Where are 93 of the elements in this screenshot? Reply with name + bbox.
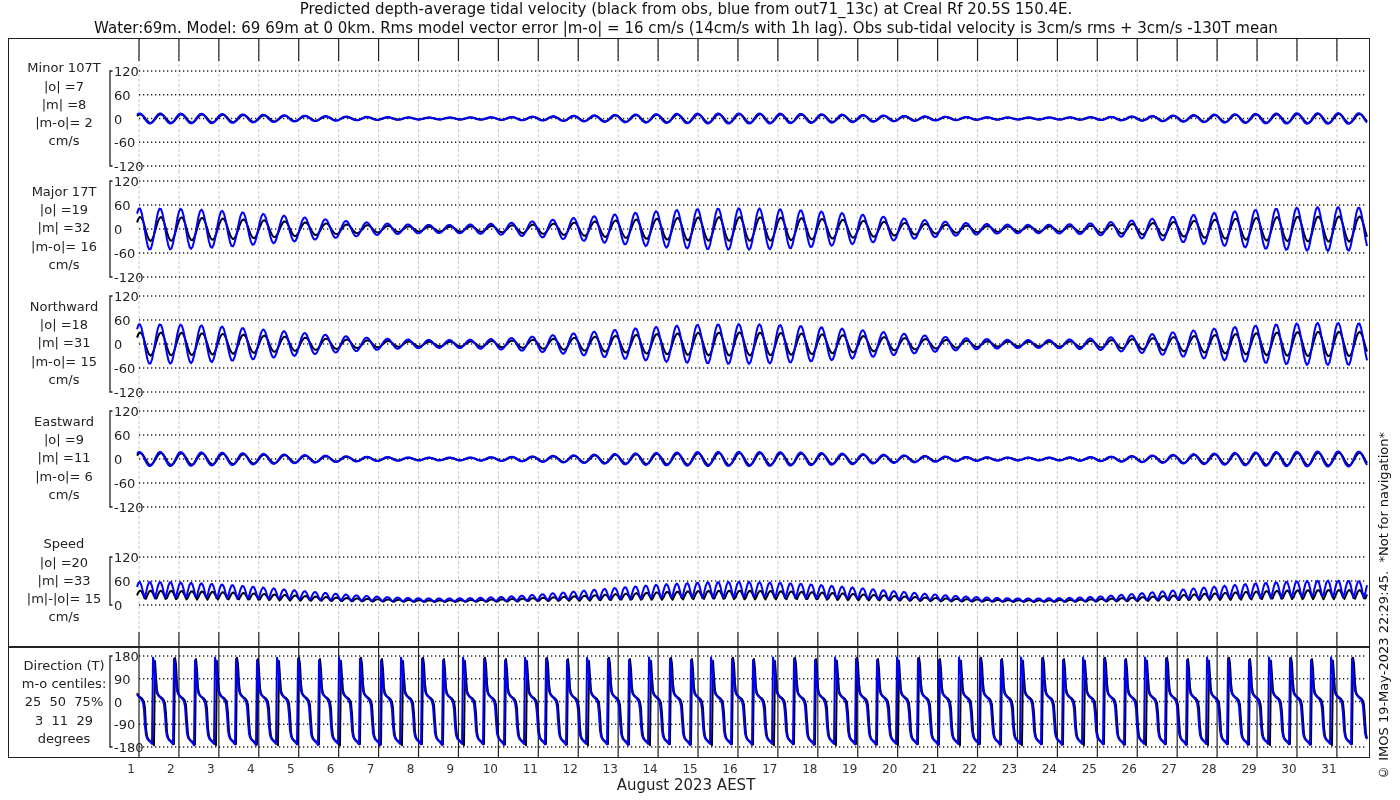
x-tick-label: 17 bbox=[762, 762, 778, 776]
y-tick-label: -60 bbox=[114, 135, 136, 151]
x-tick-label: 11 bbox=[522, 762, 538, 776]
y-tick-label: -60 bbox=[114, 361, 136, 376]
y-tick-label: 60 bbox=[114, 198, 131, 213]
x-tick-label: 14 bbox=[642, 762, 658, 776]
panel-label: cm/s bbox=[48, 608, 80, 627]
y-axis-line bbox=[109, 556, 114, 606]
panel-label: cm/s bbox=[48, 255, 80, 274]
y-tick-label: 0 bbox=[114, 222, 123, 237]
y-tick-label: 60 bbox=[114, 313, 131, 328]
panel-label: cm/s bbox=[48, 132, 80, 151]
x-tick-label: 20 bbox=[882, 762, 898, 776]
credit-text: © IMOS 19-May-2023 22:29:45. *Not for navigation* bbox=[1376, 432, 1392, 780]
panel-label: |o| =9 bbox=[44, 431, 84, 450]
x-tick-label: 12 bbox=[562, 762, 578, 776]
x-tick-label: 2 bbox=[167, 762, 175, 776]
x-tick-label: 30 bbox=[1281, 762, 1297, 776]
y-tick-label: 180 bbox=[114, 649, 139, 664]
x-tick-label: 21 bbox=[921, 762, 938, 776]
x-axis-title: August 2023 AEST bbox=[616, 776, 756, 794]
panel-label: |o| =19 bbox=[39, 201, 89, 220]
x-tick-label: 8 bbox=[406, 762, 415, 776]
y-tick-label: 120 bbox=[114, 550, 139, 565]
panel-label: |m| =11 bbox=[37, 449, 91, 468]
y-tick-label: -120 bbox=[114, 385, 144, 400]
panel-label: |m-o|= 2 bbox=[35, 114, 93, 133]
y-tick-label: 0 bbox=[114, 694, 123, 710]
y-tick-label: 120 bbox=[114, 174, 139, 189]
y-tick-label: 0 bbox=[114, 337, 123, 352]
y-tick-label: -90 bbox=[114, 717, 136, 733]
y-tick-label: 120 bbox=[114, 404, 139, 419]
panel-label: Direction (T) bbox=[23, 656, 105, 675]
x-tick-label: 5 bbox=[286, 762, 295, 776]
panel-label: 25 50 75% bbox=[24, 693, 104, 712]
y-tick-label: 0 bbox=[114, 452, 123, 467]
y-tick-label: -120 bbox=[114, 270, 144, 285]
panel-label: |m| =32 bbox=[37, 219, 91, 238]
x-tick-label: 29 bbox=[1241, 762, 1257, 776]
panel-label: |o| =20 bbox=[39, 553, 89, 572]
panel-label: cm/s bbox=[48, 485, 80, 504]
x-tick-label: 16 bbox=[722, 762, 738, 776]
panel-label: |o| =18 bbox=[39, 316, 89, 335]
y-tick-label: 120 bbox=[114, 289, 139, 304]
panel-label: Eastward bbox=[34, 412, 94, 431]
y-tick-label: -120 bbox=[114, 159, 144, 171]
x-tick-label: 3 bbox=[207, 762, 215, 776]
x-tick-label: 24 bbox=[1041, 762, 1058, 776]
panel-label: |m| =31 bbox=[37, 334, 91, 353]
y-tick-label: 60 bbox=[114, 428, 131, 443]
y-tick-label: 90 bbox=[114, 671, 131, 687]
x-tick-label: 1 bbox=[127, 762, 135, 776]
panel-label: |m| =33 bbox=[37, 571, 91, 590]
x-tick-label: 10 bbox=[482, 762, 498, 776]
y-tick-label: 0 bbox=[114, 598, 123, 613]
panel-label: Speed bbox=[43, 535, 85, 554]
y-tick-label: -60 bbox=[114, 476, 136, 491]
panel-label: Minor 107T bbox=[27, 59, 101, 78]
x-tick-label: 6 bbox=[326, 762, 335, 776]
y-tick-label: 0 bbox=[114, 111, 123, 127]
x-tick-label: 22 bbox=[961, 762, 978, 776]
x-tick-label: 4 bbox=[246, 762, 255, 776]
panel-label: degrees bbox=[37, 729, 91, 748]
y-tick-label: -120 bbox=[114, 500, 144, 515]
panel-label: cm/s bbox=[48, 370, 80, 389]
panel-label: |m-o|= 16 bbox=[31, 237, 97, 256]
x-tick-label: 13 bbox=[602, 762, 618, 776]
panel-label: |m| =8 bbox=[41, 95, 87, 114]
x-tick-label: 15 bbox=[682, 762, 698, 776]
x-tick-label: 26 bbox=[1121, 762, 1137, 776]
x-tick-label: 23 bbox=[1001, 762, 1018, 776]
x-tick-label: 7 bbox=[366, 762, 375, 776]
y-tick-label: 60 bbox=[114, 87, 131, 103]
y-tick-label: -60 bbox=[114, 246, 136, 261]
panel-label: 3 11 29 bbox=[35, 711, 93, 730]
chart-title: Water:69m. Model: 69 69m at 0 0km. Rms model vector error |m-o| = 16 cm/s (14cm/s with 1h lag). Obs sub-tidal velocity is 3cm/s rms + 3cm/s -130T mean bbox=[94, 18, 1278, 37]
panel-label: |o| =7 bbox=[44, 77, 84, 96]
x-tick-label: 25 bbox=[1081, 762, 1097, 776]
panel-label: Major 17T bbox=[31, 182, 97, 201]
x-tick-label: 28 bbox=[1201, 762, 1217, 776]
x-tick-label: 27 bbox=[1161, 762, 1177, 776]
y-tick-label: 120 bbox=[114, 64, 139, 79]
panel-label: |m-o|= 15 bbox=[31, 352, 97, 371]
chart-title: Predicted depth-average tidal velocity (black from obs, blue from out71_13c) at Creal Rf 20.5S 150.4E. bbox=[299, 0, 1073, 19]
x-tick-label: 19 bbox=[842, 762, 858, 776]
x-tick-label: 9 bbox=[446, 762, 455, 776]
panel-label: Northward bbox=[29, 297, 99, 316]
panel-label: |m-o|= 6 bbox=[35, 467, 93, 486]
x-tick-label: 18 bbox=[802, 762, 818, 776]
x-tick-label: 31 bbox=[1321, 762, 1337, 776]
panel-label: m-o centiles: bbox=[21, 675, 107, 694]
panel-label: |m|-|o|= 15 bbox=[26, 590, 102, 609]
y-tick-label: 60 bbox=[114, 574, 131, 589]
